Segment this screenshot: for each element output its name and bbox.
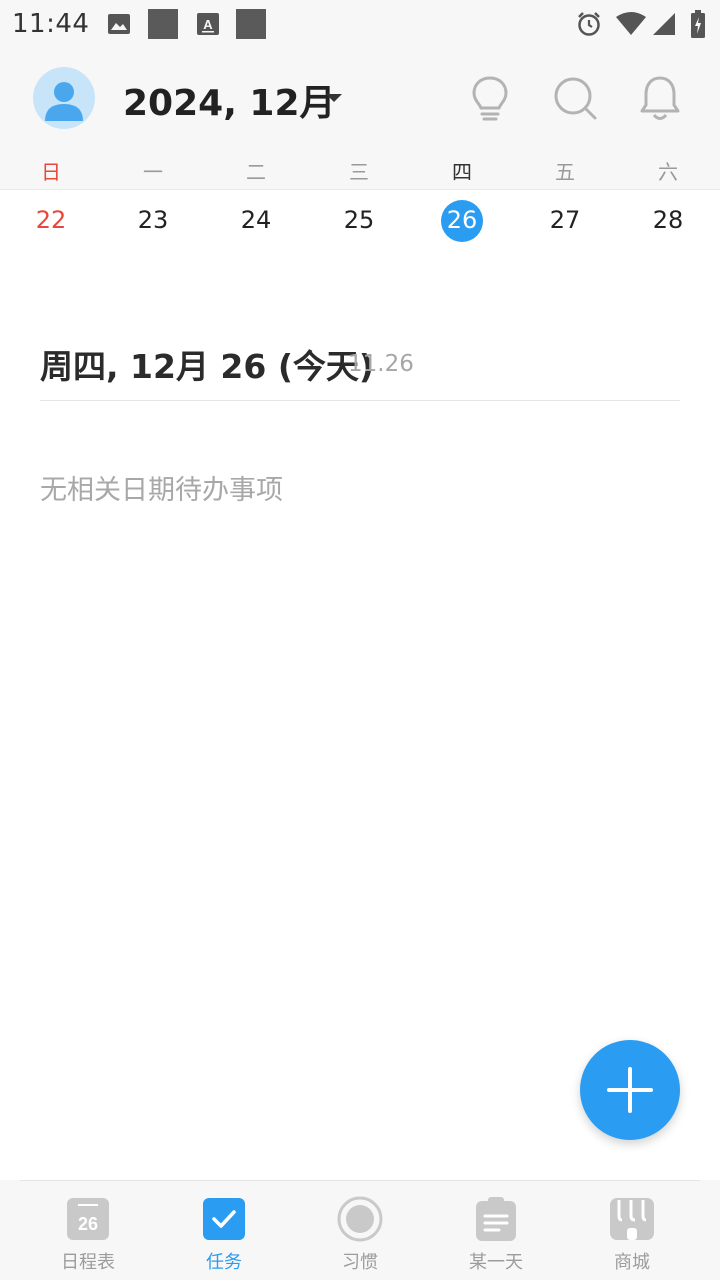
nav-item-tasks[interactable]: 任务	[164, 1180, 284, 1280]
avatar[interactable]	[33, 67, 95, 129]
month-title[interactable]: 2024, 12月	[123, 74, 336, 126]
habit-circle-icon	[337, 1196, 383, 1242]
nav-label: 日程表	[61, 1252, 115, 1273]
nav-item-habits[interactable]: 习惯	[300, 1180, 420, 1280]
date-cell-selected[interactable]: 26	[432, 204, 492, 236]
alarm-icon	[576, 11, 602, 41]
battery-charging-icon	[690, 10, 706, 42]
nav-label: 商城	[614, 1252, 650, 1273]
date-cell[interactable]: 28	[638, 204, 698, 236]
weekday-label: 四	[452, 160, 472, 184]
date-cell[interactable]: 24	[226, 204, 286, 236]
status-time: 11:44	[12, 9, 90, 39]
placeholder-square-icon	[236, 9, 266, 43]
day-title: 周四, 12月 26 (今天)	[40, 347, 375, 386]
clipboard-icon	[473, 1196, 519, 1242]
app-screen: 11:44 A 2024, 12月 日 一 二 三 四 五 六 22 23 24…	[0, 0, 720, 1280]
empty-state-message: 无相关日期待办事项	[40, 475, 283, 506]
week-dates: 22 23 24 25 26 27 28	[0, 190, 720, 252]
weekday-label: 一	[143, 160, 163, 184]
status-bar: 11:44 A	[0, 0, 720, 50]
calendar-icon: 26	[65, 1196, 111, 1242]
user-icon	[45, 82, 83, 121]
cell-signal-icon	[653, 13, 675, 39]
chevron-down-icon[interactable]	[326, 94, 342, 102]
image-icon	[108, 14, 130, 38]
wifi-icon	[616, 12, 646, 40]
date-cell[interactable]: 22	[21, 204, 81, 236]
plus-icon	[607, 1067, 653, 1113]
date-cell[interactable]: 25	[329, 204, 389, 236]
date-cell[interactable]: 27	[535, 204, 595, 236]
app-header: 2024, 12月	[0, 50, 720, 148]
day-lunar-date: 11.26	[348, 351, 414, 377]
nav-label: 任务	[206, 1252, 242, 1273]
search-icon[interactable]	[552, 74, 598, 124]
weekday-label: 六	[658, 160, 678, 184]
weekday-label: 三	[349, 160, 369, 184]
weekday-label: 日	[41, 160, 61, 184]
weekday-label: 二	[246, 160, 266, 184]
lightbulb-icon[interactable]	[467, 74, 513, 124]
bottom-nav: 26 日程表 任务 习惯 某一天 商城	[0, 1180, 720, 1280]
checkbox-icon	[201, 1196, 247, 1242]
nav-label: 某一天	[469, 1252, 523, 1273]
date-cell[interactable]: 23	[123, 204, 183, 236]
store-icon	[609, 1196, 655, 1242]
calendar-icon-date: 26	[78, 1214, 98, 1234]
bell-icon[interactable]	[637, 74, 683, 124]
placeholder-square-icon	[148, 9, 178, 43]
nav-item-schedule[interactable]: 26 日程表	[28, 1180, 148, 1280]
text-a-icon: A	[197, 13, 219, 39]
weekday-header: 日 一 二 三 四 五 六	[0, 148, 720, 190]
weekday-label: 五	[555, 160, 575, 184]
nav-item-someday[interactable]: 某一天	[436, 1180, 556, 1280]
nav-label: 习惯	[342, 1252, 378, 1273]
svg-text:A: A	[203, 17, 213, 32]
divider	[40, 400, 680, 401]
nav-item-store[interactable]: 商城	[572, 1180, 692, 1280]
add-task-button[interactable]	[580, 1040, 680, 1140]
